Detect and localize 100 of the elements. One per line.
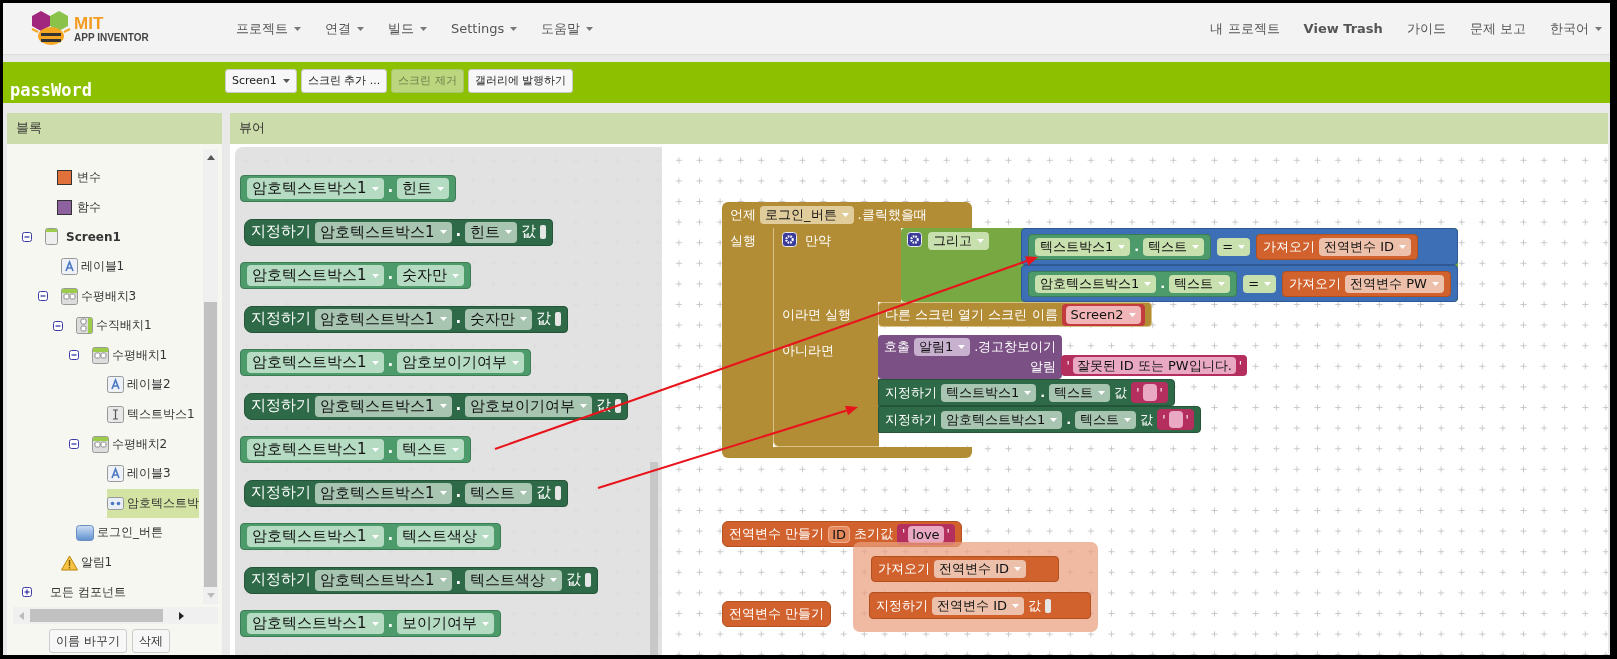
collapse-icon[interactable] bbox=[22, 232, 32, 242]
tree-item[interactable]: 레이블3 bbox=[107, 458, 171, 489]
component-setter-block[interactable]: 지정하기 암호텍스트박스1 . 텍스트 값 ' ' bbox=[878, 406, 1201, 433]
variable-getter-block[interactable]: 가져오기 전역변수 ID bbox=[1256, 233, 1419, 260]
menu-item[interactable]: 프로젝트 bbox=[236, 19, 301, 38]
dropdown-field[interactable]: 텍스트박스1 bbox=[941, 383, 1037, 402]
dropdown-field[interactable]: 그리고 bbox=[928, 232, 989, 250]
dropdown-field[interactable]: 암호텍스트박스1 bbox=[941, 410, 1063, 429]
dropdown-field[interactable]: 보이기여부 bbox=[397, 613, 495, 634]
name-field[interactable]: ID bbox=[828, 525, 850, 543]
menu-item[interactable]: View Trash bbox=[1303, 19, 1383, 38]
global-variable-block[interactable]: 전역변수 만들기 ID 초기값 ' love ' bbox=[722, 521, 962, 547]
component-getter-block[interactable]: 암호텍스트박스1 . 암호보이기여부 bbox=[240, 349, 532, 376]
dropdown-field[interactable]: 암호텍스트박스1 bbox=[247, 265, 384, 286]
variable-getter-block[interactable]: 가져오기 전역변수 ID bbox=[871, 556, 1059, 582]
operator-dropdown[interactable]: = bbox=[1217, 237, 1251, 256]
tree-item[interactable]: 레이블1 bbox=[60, 251, 125, 282]
component-getter-block[interactable]: 암호텍스트박스1 . 텍스트 bbox=[1028, 270, 1238, 297]
tree-item[interactable]: 모든 컴포넌트 bbox=[50, 577, 126, 607]
text-block[interactable]: ' ' bbox=[1131, 382, 1168, 403]
toolbar-button[interactable]: Screen1 bbox=[225, 68, 297, 93]
panel-button[interactable]: 이름 바꾸기 bbox=[49, 629, 127, 653]
menu-item[interactable]: 가이드 bbox=[1406, 19, 1446, 38]
dropdown-field[interactable]: 암호텍스트박스1 bbox=[247, 178, 384, 199]
menu-item[interactable]: 도움말 bbox=[541, 19, 594, 38]
dropdown-field[interactable]: 암호텍스트박스1 bbox=[247, 526, 384, 547]
menu-item[interactable]: 연결 bbox=[325, 19, 364, 38]
variable-getter-block[interactable]: 가져오기 전역변수 PW bbox=[1282, 270, 1451, 297]
global-variable-block[interactable]: 전역변수 만들기 bbox=[722, 601, 832, 627]
dropdown-field[interactable]: 암호보이기여부 bbox=[397, 352, 525, 373]
component-getter-block[interactable]: 암호텍스트박스1 . 보이기여부 bbox=[240, 610, 502, 637]
dropdown-field[interactable]: 알림1 bbox=[914, 338, 971, 356]
tree-item[interactable]: 수직배치1 bbox=[76, 310, 152, 341]
text-field[interactable]: 잘못된 ID 또는 PW입니다. bbox=[1072, 357, 1236, 374]
dropdown-field[interactable]: 암호텍스트박스1 bbox=[247, 352, 384, 373]
text-block[interactable]: ' love ' bbox=[897, 523, 955, 545]
dropdown-field[interactable]: 텍스트박스1 bbox=[1035, 237, 1131, 256]
logic-and-block[interactable]: 그리고 텍스트박스1 . 텍스트 = 가져오기 전역변수 ID 암호텍스트박스1 . 텍스트 = 가져오기 전역변수 PW bbox=[901, 228, 1458, 302]
toolbar-button[interactable]: 갤러리에 발행하기 bbox=[467, 68, 574, 93]
operator-dropdown[interactable]: = bbox=[1243, 274, 1277, 293]
component-setter-block[interactable]: 지정하기 암호텍스트박스1 . 텍스트색상 값 bbox=[244, 566, 599, 594]
dropdown-field[interactable]: 암호텍스트박스1 bbox=[315, 308, 452, 330]
collapse-icon[interactable] bbox=[68, 350, 79, 361]
dropdown-field[interactable]: 텍스트색상 bbox=[465, 569, 563, 591]
dropdown-field[interactable]: 전역변수 ID bbox=[1319, 237, 1412, 256]
open-screen-block[interactable]: 다른 스크린 열기 스크린 이름 Screen2 bbox=[878, 302, 1152, 327]
expand-icon[interactable] bbox=[22, 587, 32, 598]
dropdown-field[interactable]: 숫자만 bbox=[397, 265, 465, 286]
component-setter-block[interactable]: 지정하기 암호텍스트박스1 . 힌트 값 bbox=[244, 218, 554, 246]
dropdown-field[interactable]: 암호보이기여부 bbox=[465, 395, 593, 417]
tree-item[interactable]: 알림1 bbox=[60, 547, 113, 578]
menu-item[interactable]: 문제 보고 bbox=[1469, 19, 1526, 38]
menu-item[interactable]: 한국어 bbox=[1550, 19, 1602, 38]
dropdown-field[interactable]: 전역변수 PW bbox=[1345, 274, 1444, 293]
compare-block[interactable]: 텍스트박스1 . 텍스트 = 가져오기 전역변수 ID bbox=[1021, 228, 1458, 265]
dropdown-field[interactable]: 암호텍스트박스1 bbox=[247, 439, 384, 460]
toolbar-button[interactable]: 스크린 추가 ... bbox=[300, 68, 388, 93]
dropdown-field[interactable]: 힌트 bbox=[397, 178, 450, 199]
tree-item[interactable]: 수평배치1 bbox=[91, 340, 168, 371]
component-getter-block[interactable]: 암호텍스트박스1 . 힌트 bbox=[240, 175, 457, 202]
compare-block[interactable]: 암호텍스트박스1 . 텍스트 = 가져오기 전역변수 PW bbox=[1021, 265, 1458, 302]
variable-setter-block[interactable]: 지정하기 전역변수 ID 값 bbox=[869, 592, 1091, 619]
collapse-icon[interactable] bbox=[37, 291, 48, 302]
component-setter-block[interactable]: 지정하기 암호텍스트박스1 . 숫자만 값 bbox=[244, 305, 569, 333]
dropdown-field[interactable]: 로그인_버튼 bbox=[760, 206, 854, 224]
collapse-icon[interactable] bbox=[53, 320, 63, 331]
text-block[interactable]: ' ' bbox=[1157, 409, 1194, 430]
component-setter-block[interactable]: 지정하기 텍스트박스1 . 텍스트 값 ' ' bbox=[878, 379, 1175, 406]
event-block[interactable] bbox=[722, 202, 1458, 458]
dropdown-field[interactable]: 텍스트 bbox=[1075, 410, 1137, 429]
call-block[interactable]: 호출 알림1 .경고창보이기 알림 bbox=[878, 335, 1063, 379]
tree-item[interactable]: Screen1 bbox=[45, 222, 121, 252]
collapse-icon[interactable] bbox=[68, 439, 79, 450]
dropdown-field[interactable]: 텍스트 bbox=[1143, 237, 1205, 256]
tree-item[interactable]: 레이블2 bbox=[107, 370, 171, 400]
dropdown-field[interactable]: 암호텍스트박스1 bbox=[247, 613, 384, 634]
category-item[interactable]: 함수 bbox=[57, 192, 101, 223]
drawer-scrollbar[interactable] bbox=[650, 462, 658, 655]
component-setter-block[interactable]: 지정하기 암호텍스트박스1 . 텍스트 값 bbox=[244, 479, 569, 507]
dropdown-field[interactable]: 암호텍스트박스1 bbox=[315, 482, 452, 504]
tree-item[interactable]: 암호텍스트박 bbox=[107, 488, 199, 519]
dropdown-field[interactable]: 암호텍스트박스1 bbox=[1035, 274, 1157, 293]
tree-item[interactable]: 수평배치3 bbox=[60, 281, 137, 311]
text-field[interactable] bbox=[1142, 384, 1157, 401]
component-getter-block[interactable]: 암호텍스트박스1 . 텍스트색상 bbox=[240, 523, 502, 550]
component-getter-block[interactable]: 텍스트박스1 . 텍스트 bbox=[1028, 233, 1212, 260]
menu-item[interactable]: Settings bbox=[451, 19, 518, 38]
tree-item[interactable]: 수평배치2 bbox=[91, 429, 168, 459]
dropdown-field[interactable]: 텍스트 bbox=[397, 439, 465, 460]
text-field[interactable]: love bbox=[908, 525, 944, 543]
vertical-scrollbar[interactable] bbox=[203, 149, 218, 604]
if-block[interactable]: 만약 그리고 텍스트박스1 . 텍스트 = 가져오기 전역변수 ID 암호텍스트박스1 . 텍스트 = 가져오기 전역변수 PW 이라면 실행 다른 스크린 열기 스크린 이름 Screen2 아니라면 호출 알림1 .경고창보이기 알림 ' 잘못된 ID 또는 PW입니다. ' 지정하기 텍스트박스1 . 텍스트 값 ' ' 지정하기 암호텍스트박스1 . 텍스트 값 ' ' bbox=[773, 228, 1458, 447]
dropdown-field[interactable]: 전역변수 ID bbox=[934, 560, 1026, 578]
dropdown-field[interactable]: 암호텍스트박스1 bbox=[315, 221, 452, 243]
component-getter-block[interactable]: 암호텍스트박스1 . 텍스트 bbox=[240, 436, 472, 463]
panel-button[interactable]: 삭제 bbox=[131, 629, 170, 653]
dropdown-field[interactable]: 암호텍스트박스1 bbox=[315, 395, 452, 417]
text-field[interactable] bbox=[1168, 411, 1183, 428]
menu-item[interactable]: 내 프로젝트 bbox=[1210, 19, 1280, 38]
tree-item[interactable]: 텍스트박스1 bbox=[107, 399, 195, 430]
